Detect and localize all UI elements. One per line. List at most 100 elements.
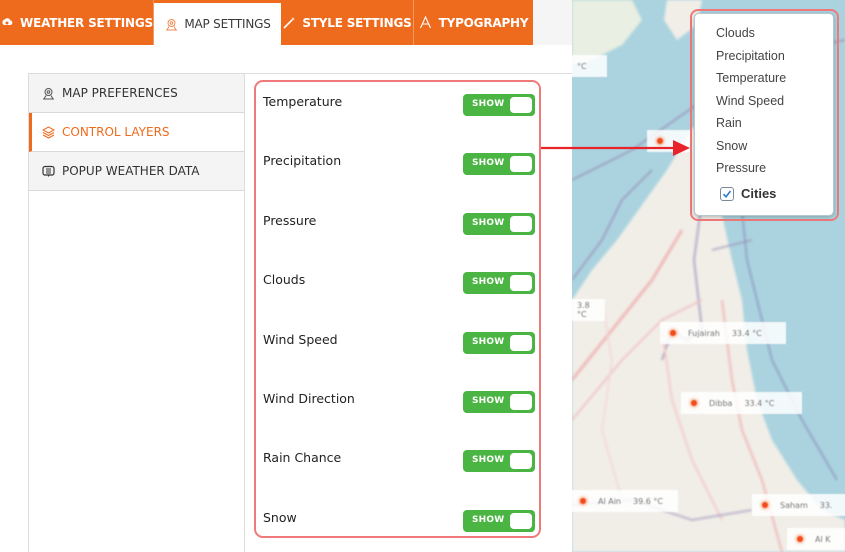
map-city-label[interactable]: Al Ain 39.6 °C [572,490,678,512]
city-temp: 33.4 °C [731,328,762,338]
layer-control-item-pressure[interactable]: Pressure [716,161,766,175]
typography-icon [419,16,433,30]
popup-icon [41,164,55,178]
tab-label: STYLE SETTINGS [302,15,412,30]
layer-control-item-clouds[interactable]: Clouds [716,26,755,40]
layer-label: Precipitation [263,153,342,168]
layer-control-item-precipitation[interactable]: Precipitation [716,49,785,63]
toggle-text: SHOW [472,218,505,228]
city-marker-icon [580,498,586,504]
city-temp: 33. [819,500,833,510]
subnav-item-popup-weather-data[interactable]: POPUP WEATHER DATA [29,152,244,191]
cities-label: Cities [741,186,777,201]
layers-icon [41,125,55,139]
city-temp: 3.8 °C [577,301,590,319]
city-marker-icon [797,536,803,542]
layer-row-temperature: Temperature SHOW [263,94,535,118]
annotation-arrow-icon [541,140,690,156]
checkmark-icon [722,190,732,198]
map-city-label[interactable]: 3.8 °C [572,299,605,321]
main-tabs: WEATHER SETTINGS MAP SETTINGS STYLE SETT… [0,0,572,45]
tab-map-settings[interactable]: MAP SETTINGS [154,0,281,45]
city-temp: 33.4 °C [744,398,775,408]
subnav-label: MAP PREFERENCES [62,86,178,100]
city-name: Dibba [709,398,733,408]
toggle-text: SHOW [472,158,505,168]
toggle-knob [510,97,532,113]
gear-cloud-icon [0,16,14,30]
toggle-knob [510,453,532,469]
toggle-knob [510,335,532,351]
layer-row-pressure: Pressure SHOW [263,213,535,237]
temperature-toggle[interactable]: SHOW [463,94,535,116]
precipitation-toggle[interactable]: SHOW [463,153,535,175]
subnav-item-control-layers[interactable]: CONTROL LAYERS [29,113,244,152]
tab-typography[interactable]: TYPOGRAPHY [414,0,533,45]
map-pin-icon [164,17,178,31]
toggle-text: SHOW [472,455,505,465]
map-settings-subnav: MAP PREFERENCES CONTROL LAYERS POPUP WEA… [28,74,245,552]
layer-label: Snow [263,510,297,525]
layer-row-wind-direction: Wind Direction SHOW [263,391,535,415]
subnav-label: CONTROL LAYERS [62,125,170,139]
map-layer-control: Clouds Precipitation Temperature Wind Sp… [694,13,834,216]
toggle-knob [510,156,532,172]
wind-speed-toggle[interactable]: SHOW [463,332,535,354]
city-name: Al K [815,534,831,544]
layer-control-item-temperature[interactable]: Temperature [716,71,786,85]
map-city-label[interactable]: Dibba 33.4 °C [681,392,802,414]
snow-toggle[interactable]: SHOW [463,510,535,532]
subnav-label: POPUP WEATHER DATA [62,164,200,178]
city-marker-icon [691,400,697,406]
control-layers-list: Temperature SHOW Precipitation SHOW Pres… [254,80,541,538]
cities-checkbox[interactable] [720,186,734,201]
layer-label: Wind Speed [263,332,338,347]
city-marker-icon [762,502,768,508]
city-temp: 39.6 °C [633,496,663,506]
layer-label: Temperature [263,94,343,109]
toggle-text: SHOW [472,396,505,406]
layer-row-snow: Snow SHOW [263,510,535,534]
wind-direction-toggle[interactable]: SHOW [463,391,535,413]
city-temp: °C [577,61,587,71]
tab-label: WEATHER SETTINGS [20,15,153,30]
clouds-toggle[interactable]: SHOW [463,272,535,294]
map-city-label[interactable]: Fujairah 33.4 °C [660,322,786,344]
toggle-text: SHOW [472,99,505,109]
toggle-knob [510,394,532,410]
toggle-text: SHOW [472,515,505,525]
tab-weather-settings[interactable]: WEATHER SETTINGS [0,0,153,45]
rain-chance-toggle[interactable]: SHOW [463,450,535,472]
layer-row-wind-speed: Wind Speed SHOW [263,332,535,356]
layer-control-item-snow[interactable]: Snow [716,139,747,153]
tab-label: TYPOGRAPHY [438,15,529,30]
tab-style-settings[interactable]: STYLE SETTINGS [281,0,413,45]
layer-label: Wind Direction [263,391,355,406]
toggle-text: SHOW [472,337,505,347]
layer-row-clouds: Clouds SHOW [263,272,535,296]
layer-control-item-rain[interactable]: Rain [716,116,742,130]
city-name: Fujairah [688,328,720,338]
map-city-label[interactable]: °C [572,55,607,77]
layer-label: Rain Chance [263,450,342,465]
city-name: Al Ain [598,496,622,506]
toggle-knob [510,513,532,529]
layer-row-precipitation: Precipitation SHOW [263,153,535,177]
toggle-knob [510,275,532,291]
tab-bar-filler [533,0,572,45]
map-city-label[interactable]: Al K [787,528,845,550]
layer-label: Pressure [263,213,317,228]
city-name: Saham [780,500,808,510]
city-marker-icon [670,330,676,336]
settings-page: WEATHER SETTINGS MAP SETTINGS STYLE SETT… [0,0,845,552]
layer-label: Clouds [263,272,306,287]
toggle-knob [510,216,532,232]
layer-control-item-wind-speed[interactable]: Wind Speed [716,94,784,108]
pressure-toggle[interactable]: SHOW [463,213,535,235]
cities-checkbox-row[interactable]: Cities [720,186,776,201]
map-city-label[interactable]: Saham 33. [752,494,845,516]
subnav-item-map-preferences[interactable]: MAP PREFERENCES [29,74,244,113]
toggle-text: SHOW [472,277,505,287]
magic-wand-icon [282,16,296,30]
map-pin-icon [41,86,55,100]
